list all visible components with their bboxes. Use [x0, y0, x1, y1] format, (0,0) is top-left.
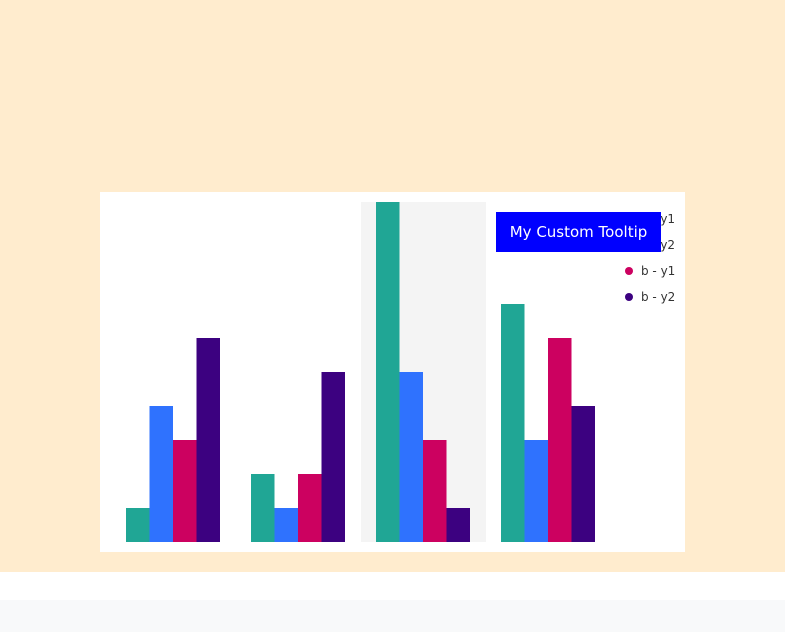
bar-a-y2-group-4[interactable] — [524, 440, 549, 542]
bar-a-y2-group-2[interactable] — [274, 508, 299, 542]
bar-b-y1-group-2[interactable] — [298, 474, 322, 542]
bar-a-y1-group-2[interactable] — [251, 474, 275, 542]
legend-label: b - y1 — [641, 264, 676, 278]
bar-b-y1-group-1[interactable] — [173, 440, 197, 542]
legend-marker-icon — [625, 267, 633, 275]
bar-b-y2-group-1[interactable] — [196, 338, 221, 542]
chart-card: a - y1a - y2b - y1b - y2 My Custom Toolt… — [100, 192, 685, 552]
bar-a-y2-group-1[interactable] — [149, 406, 174, 542]
custom-tooltip: My Custom Tooltip — [496, 212, 661, 252]
legend-item[interactable]: b - y2 — [625, 284, 675, 310]
bar-b-y2-group-2[interactable] — [321, 372, 346, 542]
bar-b-y2-group-3[interactable] — [446, 508, 471, 542]
bar-a-y1-group-4[interactable] — [501, 304, 525, 542]
legend-marker-icon — [625, 293, 633, 301]
bar-b-y1-group-4[interactable] — [548, 338, 572, 542]
bar-a-y2-group-3[interactable] — [399, 372, 424, 542]
bar-b-y1-group-3[interactable] — [423, 440, 447, 542]
bar-b-y2-group-4[interactable] — [571, 406, 596, 542]
legend-item[interactable]: b - y1 — [625, 258, 675, 284]
bar-a-y1-group-3[interactable] — [376, 202, 400, 542]
footer-strip — [0, 600, 785, 632]
bar-a-y1-group-1[interactable] — [126, 508, 150, 542]
legend-label: b - y2 — [641, 290, 676, 304]
